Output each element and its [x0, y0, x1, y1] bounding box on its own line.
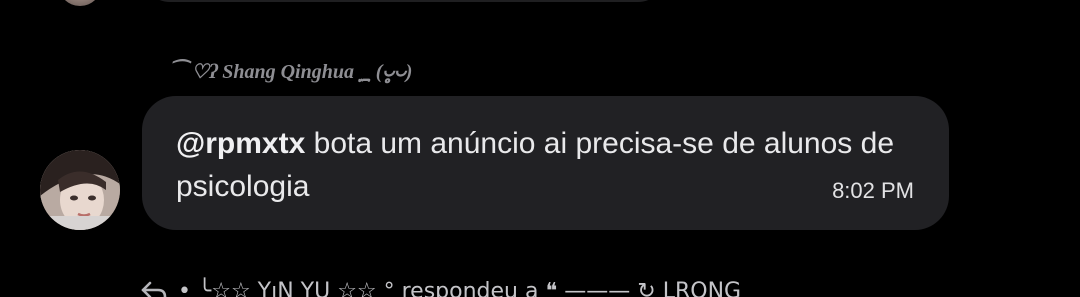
mention-link[interactable]: @rpmxtx [176, 127, 305, 160]
reply-text: • ╰☆☆ YıN YU ☆☆ ° respondeu a ❝ ——— ↻ LR… [178, 278, 742, 297]
avatar-image [40, 150, 120, 230]
reply-context[interactable]: • ╰☆☆ YıN YU ☆☆ ° respondeu a ❝ ——— ↻ LR… [140, 276, 741, 297]
reply-arrow-icon [141, 281, 167, 297]
sender-name: ⁀ ♡ʔ Shang Qinghua ؁ (◡̥◡) [170, 60, 413, 83]
previous-avatar[interactable] [58, 0, 102, 6]
message-bubble[interactable]: @rpmxtx bota um anúncio ai precisa-se de… [142, 96, 949, 230]
message-text: @rpmxtx bota um anúncio ai precisa-se de… [176, 122, 896, 208]
sender-name-line: ⁀ ♡ʔ Shang Qinghua ؁ (◡̥◡) [170, 58, 412, 84]
avatar[interactable] [40, 150, 120, 230]
message-timestamp: 8:02 PM [832, 178, 914, 203]
previous-message-bubble[interactable] [142, 0, 666, 2]
dm-conversation: ⁀ ♡ʔ Shang Qinghua ؁ (◡̥◡) @rpmxtx bota … [0, 0, 1080, 297]
